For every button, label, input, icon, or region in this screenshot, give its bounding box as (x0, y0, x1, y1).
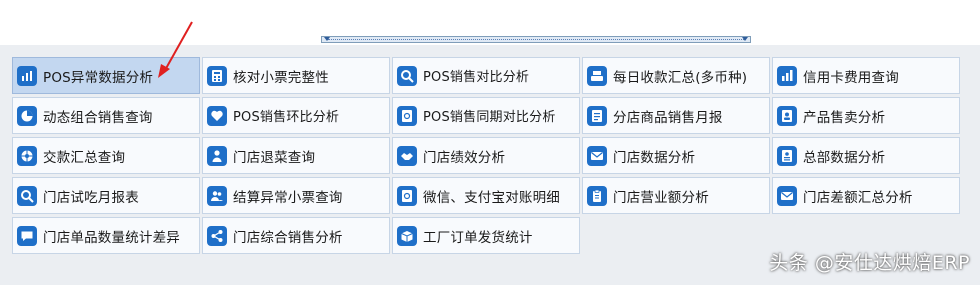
aperture-icon (17, 145, 37, 166)
tile-store-comprehensive-sales[interactable]: 门店综合销售分析 (202, 217, 390, 254)
search-icon (397, 65, 417, 86)
box-icon (397, 225, 417, 246)
tile-label: POS销售同期对比分析 (423, 110, 556, 125)
tile-store-difference-summary[interactable]: 门店差额汇总分析 (772, 177, 960, 214)
tile-settlement-anomaly-receipt[interactable]: 结算异常小票查询 (202, 177, 390, 214)
splitter-right-arrow-icon[interactable] (742, 37, 748, 41)
cash-register-icon (587, 65, 607, 86)
tile-label: 工厂订单发货统计 (423, 229, 533, 246)
tile-label: 每日收款汇总(多币种) (613, 69, 748, 86)
splitter-grip (328, 39, 744, 40)
person-card-icon (777, 105, 797, 126)
tile-dynamic-combo-sales[interactable]: 动态组合销售查询 (12, 97, 200, 134)
tile-product-sales-analysis[interactable]: 产品售卖分析 (772, 97, 960, 134)
tile-label: 产品售卖分析 (803, 109, 886, 126)
tile-label: POS销售对比分析 (423, 70, 530, 85)
tile-store-performance[interactable]: 门店绩效分析 (392, 137, 580, 174)
watermark-text: 头条 @安仕达烘焙ERP (769, 252, 970, 274)
tile-receipt-integrity[interactable]: 核对小票完整性 (202, 57, 390, 94)
clipboard-icon (587, 185, 607, 206)
tile-store-item-quantity-diff[interactable]: 门店单品数量统计差异 (12, 217, 200, 254)
tile-daily-collection-summary[interactable]: 每日收款汇总(多币种) (582, 57, 770, 94)
users-icon (207, 185, 227, 206)
tile-hq-data-analysis[interactable]: 总部数据分析 (772, 137, 960, 174)
tile-factory-order-shipping[interactable]: 工厂订单发货统计 (392, 217, 580, 254)
tile-label: 门店数据分析 (613, 149, 696, 166)
tile-pos-sales-compare[interactable]: POS销售对比分析 (392, 57, 580, 94)
tile-payment-summary[interactable]: 交款汇总查询 (12, 137, 200, 174)
tile-label: 门店试吃月报表 (43, 189, 139, 206)
handshake-icon (397, 145, 417, 166)
calculator-icon (207, 65, 227, 86)
document-icon (587, 105, 607, 126)
contact-card-icon (397, 105, 417, 126)
tile-label: 门店差额汇总分析 (803, 189, 913, 206)
tile-label: 微信、支付宝对账明细 (423, 189, 560, 206)
tile-label: 结算异常小票查询 (233, 189, 343, 206)
tile-label: POS销售环比分析 (233, 110, 340, 125)
chat-icon (17, 225, 37, 246)
tile-store-tasting-monthly[interactable]: 门店试吃月报表 (12, 177, 200, 214)
tile-label: POS异常数据分析 (43, 69, 154, 86)
tile-label: 门店绩效分析 (423, 149, 506, 166)
pie-chart-icon (17, 105, 37, 126)
pos-report-icon (17, 65, 37, 86)
tile-label: 信用卡费用查询 (803, 69, 899, 86)
tile-branch-monthly-sales[interactable]: 分店商品销售月报 (582, 97, 770, 134)
tile-pos-yoy-analysis[interactable]: POS销售同期对比分析 (392, 97, 580, 134)
envelope-icon (587, 145, 607, 166)
share-icon (207, 225, 227, 246)
mail-icon (777, 185, 797, 206)
top-area (0, 0, 980, 45)
annotation-arrow-icon (158, 21, 193, 78)
tile-label: 核对小票完整性 (233, 69, 329, 86)
tile-store-dish-return[interactable]: 门店退菜查询 (202, 137, 390, 174)
heart-icon (207, 105, 227, 126)
tile-label: 门店综合销售分析 (233, 229, 343, 246)
tile-wechat-alipay-reconciliation[interactable]: 微信、支付宝对账明细 (392, 177, 580, 214)
tile-label: 总部数据分析 (803, 149, 886, 166)
splitter-left-arrow-icon[interactable] (324, 37, 330, 41)
tile-label: 交款汇总查询 (43, 149, 126, 166)
tile-credit-card-fee[interactable]: 信用卡费用查询 (772, 57, 960, 94)
person-list-icon (777, 145, 797, 166)
at-card-icon (397, 185, 417, 206)
tile-label: 门店营业额分析 (613, 189, 709, 206)
tile-label: 门店退菜查询 (233, 149, 316, 166)
collapse-splitter[interactable] (321, 36, 751, 43)
tile-store-revenue-analysis[interactable]: 门店营业额分析 (582, 177, 770, 214)
tile-label: 动态组合销售查询 (43, 109, 153, 126)
tile-store-data-analysis[interactable]: 门店数据分析 (582, 137, 770, 174)
tile-label: 分店商品销售月报 (613, 109, 723, 126)
tile-label: 门店单品数量统计差异 (43, 229, 180, 246)
person-icon (207, 145, 227, 166)
tile-pos-sequential-analysis[interactable]: POS销售环比分析 (202, 97, 390, 134)
bar-chart-icon (777, 65, 797, 86)
magnifier-icon (17, 185, 37, 206)
